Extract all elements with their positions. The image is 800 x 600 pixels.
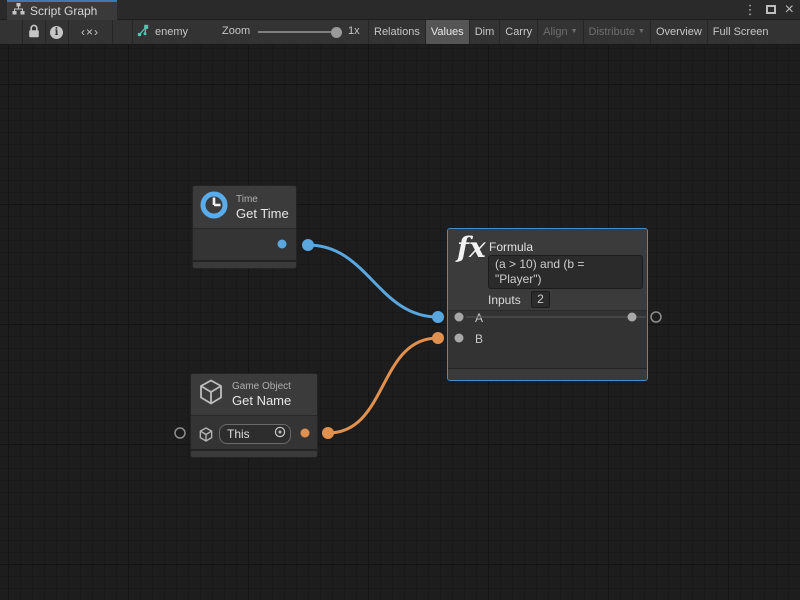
inspect-button[interactable]: i: [45, 20, 68, 44]
get-name-output-port[interactable]: [301, 429, 310, 438]
dim-button[interactable]: Dim: [469, 20, 500, 44]
graph-breadcrumb[interactable]: enemy: [136, 20, 188, 44]
relations-button[interactable]: Relations: [368, 20, 425, 44]
chevron-down-icon: ▼: [571, 28, 578, 35]
graph-canvas[interactable]: Time Get Time Game Object Get Name: [0, 45, 800, 600]
chevron-down-icon: ▼: [638, 28, 645, 35]
toolbar-buttons: Relations Values Dim Carry Align▼ Distri…: [368, 20, 800, 44]
port-a-label: A: [475, 311, 483, 325]
inputs-label: Inputs: [488, 293, 521, 307]
node-title: Get Name: [232, 393, 291, 409]
node-get-time[interactable]: Time Get Time: [192, 185, 297, 269]
script-graph-icon: [136, 24, 150, 40]
node-formula[interactable]: fx Formula (a > 10) and (b = "Player") I…: [447, 228, 648, 381]
close-icon[interactable]: ×: [785, 1, 794, 19]
game-object-type-icon: [198, 426, 214, 448]
zoom-slider-handle[interactable]: [331, 27, 342, 38]
info-icon: i: [50, 26, 63, 39]
target-object-field[interactable]: This: [219, 424, 291, 444]
carry-button[interactable]: Carry: [499, 20, 537, 44]
formula-input-port-a[interactable]: [455, 313, 464, 322]
clock-icon: [199, 190, 229, 225]
graph-hierarchy-icon: [12, 2, 25, 20]
node-get-name-header: Game Object Get Name: [191, 374, 317, 416]
formula-expression-input[interactable]: (a > 10) and (b = "Player"): [488, 255, 643, 289]
formula-output-terminal-empty[interactable]: [651, 312, 661, 322]
inputs-count-field[interactable]: 2: [531, 291, 550, 308]
get-time-output-port[interactable]: [278, 240, 287, 249]
overview-button[interactable]: Overview: [650, 20, 707, 44]
zoom-value: 1x: [348, 25, 360, 37]
formula-output-port[interactable]: [628, 313, 637, 322]
node-get-time-header: Time Get Time: [193, 186, 296, 229]
node-category: Time: [236, 193, 289, 206]
tab-title: Script Graph: [30, 4, 97, 18]
node-footer: [191, 449, 317, 457]
graph-toolbar: i ‹×› enemy Zoom 1x Relations Values Dim: [0, 20, 800, 45]
port-b-label: B: [475, 332, 483, 346]
formula-fx-icon: fx: [457, 231, 486, 264]
node-footer: [448, 368, 647, 380]
full-screen-button[interactable]: Full Screen: [707, 20, 774, 44]
zoom-slider-track[interactable]: [258, 31, 340, 33]
object-picker-icon[interactable]: [274, 425, 286, 443]
code-preview-button[interactable]: ‹×›: [68, 20, 112, 44]
get-name-input-terminal-empty[interactable]: [175, 428, 185, 438]
distribute-dropdown: Distribute▼: [583, 20, 650, 44]
wire-name-to-formula-b[interactable]: [328, 338, 438, 433]
formula-input-port-b[interactable]: [455, 334, 464, 343]
node-footer: [193, 260, 296, 268]
node-get-name[interactable]: Game Object Get Name This: [190, 373, 318, 458]
lock-icon: [28, 24, 40, 41]
target-object-value: This: [227, 427, 274, 441]
wire-endpoint-dot[interactable]: [432, 332, 444, 344]
window-controls: ⋮ ×: [744, 0, 798, 20]
title-bar: Script Graph ⋮ ×: [0, 0, 800, 20]
wire-endpoint-dot[interactable]: [322, 427, 334, 439]
tab-script-graph[interactable]: Script Graph: [7, 0, 117, 20]
graph-name: enemy: [155, 26, 188, 38]
wire-time-to-formula-a[interactable]: [308, 245, 438, 317]
node-title: Get Time: [236, 206, 289, 222]
code-icon: ‹×›: [81, 25, 99, 39]
wire-endpoint-dot[interactable]: [302, 239, 314, 251]
lock-button[interactable]: [22, 20, 45, 44]
connections-overlay: [0, 45, 800, 600]
script-graph-window: Script Graph ⋮ × i ‹×›: [0, 0, 800, 600]
align-dropdown: Align▼: [537, 20, 582, 44]
values-button[interactable]: Values: [425, 20, 469, 44]
window-menu-icon[interactable]: ⋮: [744, 1, 757, 19]
node-title: Formula: [489, 240, 533, 254]
game-object-cube-icon: [197, 377, 225, 412]
node-category: Game Object: [232, 380, 291, 393]
maximize-icon[interactable]: [766, 1, 776, 19]
wire-endpoint-dot[interactable]: [432, 311, 444, 323]
zoom-label: Zoom: [222, 25, 250, 37]
